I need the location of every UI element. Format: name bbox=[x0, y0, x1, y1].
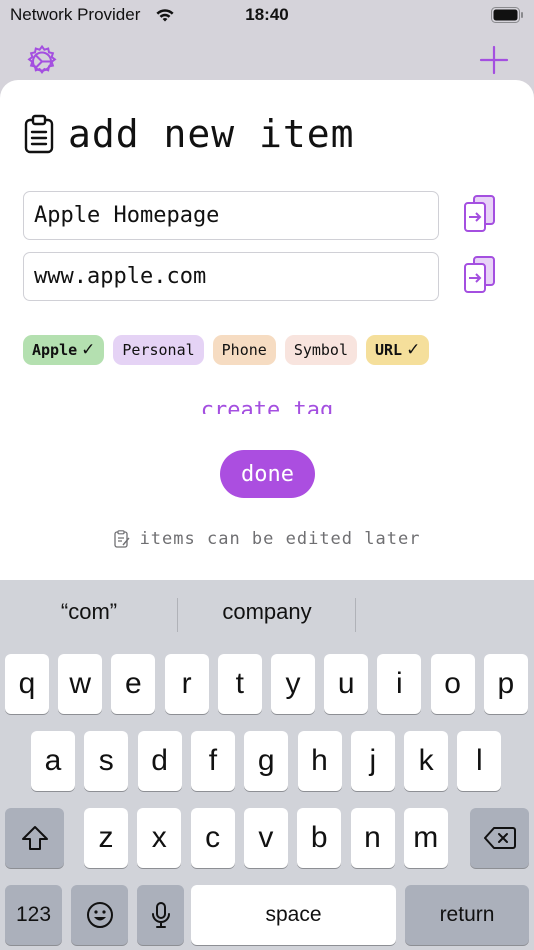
key-letter[interactable]: w bbox=[58, 654, 103, 714]
suggestion-2[interactable]: company bbox=[178, 599, 356, 625]
add-item-sheet: add new item Apple✓PersonalPhoneSymbolUR… bbox=[0, 80, 534, 580]
key-letter[interactable]: z bbox=[84, 808, 128, 868]
tag-chip[interactable]: Apple ✓ bbox=[23, 335, 105, 365]
delete-key[interactable] bbox=[470, 808, 529, 868]
key-letter[interactable]: b bbox=[297, 808, 342, 868]
page-title: add new item bbox=[68, 112, 355, 156]
url-input[interactable] bbox=[24, 253, 438, 300]
emoji-key[interactable] bbox=[71, 885, 128, 945]
key-letter[interactable]: a bbox=[31, 731, 75, 791]
tag-chip[interactable]: Personal bbox=[113, 335, 204, 365]
checkmark-icon: ✓ bbox=[406, 340, 421, 360]
tag-chip[interactable]: URL ✓ bbox=[366, 335, 430, 365]
key-letter[interactable]: c bbox=[190, 808, 235, 868]
hint: items can be edited later bbox=[0, 529, 534, 549]
key-letter[interactable]: y bbox=[271, 654, 315, 714]
key-letter[interactable]: r bbox=[164, 654, 209, 714]
key-letter[interactable]: v bbox=[243, 808, 288, 868]
emoji-icon bbox=[86, 902, 113, 928]
key-letter[interactable]: e bbox=[111, 654, 156, 714]
return-key[interactable]: return bbox=[405, 885, 529, 945]
clock: 18:40 bbox=[245, 5, 289, 24]
tag-chip[interactable]: Symbol bbox=[284, 335, 357, 365]
tag-label: Symbol bbox=[293, 341, 348, 359]
key-letter[interactable]: m bbox=[403, 808, 448, 868]
keyboard: “com” company 123 space return qwertyuio… bbox=[0, 580, 534, 950]
key-letter[interactable]: f bbox=[190, 731, 235, 791]
tag-list: Apple ✓ Personal Phone Symbol URL ✓ bbox=[23, 335, 430, 365]
shift-icon bbox=[21, 826, 48, 850]
tag-label: Personal bbox=[122, 341, 195, 359]
tag-label: Phone bbox=[221, 341, 267, 359]
battery-icon bbox=[491, 7, 523, 23]
url-field[interactable] bbox=[23, 252, 439, 301]
shift-key[interactable] bbox=[5, 808, 64, 868]
add-icon[interactable] bbox=[478, 44, 510, 76]
key-letter[interactable]: d bbox=[137, 731, 182, 791]
backspace-icon bbox=[483, 827, 516, 849]
key-letter[interactable]: s bbox=[84, 731, 129, 791]
name-field[interactable] bbox=[23, 191, 439, 240]
key-letter[interactable]: j bbox=[350, 731, 395, 791]
key-letter[interactable]: i bbox=[377, 654, 422, 714]
checkmark-icon: ✓ bbox=[81, 340, 96, 360]
settings-gear-icon[interactable] bbox=[24, 42, 60, 78]
suggestion-bar: “com” company bbox=[0, 580, 534, 648]
paste-name-icon[interactable] bbox=[462, 194, 498, 234]
dictation-key[interactable] bbox=[137, 885, 184, 945]
key-letter[interactable]: g bbox=[244, 731, 289, 791]
key-letter[interactable]: t bbox=[217, 654, 262, 714]
paste-url-icon[interactable] bbox=[462, 255, 498, 295]
status-bar: Network Provider 18:40 bbox=[0, 0, 534, 30]
space-key[interactable]: space bbox=[191, 885, 396, 945]
suggestion-1[interactable]: “com” bbox=[0, 599, 178, 625]
key-letter[interactable]: h bbox=[297, 731, 342, 791]
key-letter[interactable]: l bbox=[457, 731, 502, 791]
microphone-icon bbox=[151, 902, 170, 928]
create-tag-link[interactable]: create tag bbox=[0, 396, 534, 414]
done-button[interactable]: done bbox=[220, 450, 315, 498]
clipboard-icon bbox=[24, 114, 54, 154]
edit-note-icon bbox=[113, 530, 130, 548]
key-letter[interactable]: u bbox=[324, 654, 369, 714]
numbers-key[interactable]: 123 bbox=[5, 885, 62, 945]
tag-label: URL bbox=[375, 341, 403, 359]
name-input[interactable] bbox=[24, 192, 438, 239]
sheet-header: add new item bbox=[24, 112, 355, 156]
key-letter[interactable]: x bbox=[137, 808, 182, 868]
key-letter[interactable]: q bbox=[5, 654, 49, 714]
key-letter[interactable]: n bbox=[350, 808, 395, 868]
tag-chip[interactable]: Phone bbox=[212, 335, 276, 365]
key-letter[interactable]: o bbox=[430, 654, 475, 714]
tag-label: Apple bbox=[32, 341, 78, 359]
key-letter[interactable]: p bbox=[483, 654, 528, 714]
key-letter[interactable]: k bbox=[404, 731, 449, 791]
hint-text: items can be edited later bbox=[139, 529, 421, 549]
suggestion-divider bbox=[355, 598, 356, 632]
